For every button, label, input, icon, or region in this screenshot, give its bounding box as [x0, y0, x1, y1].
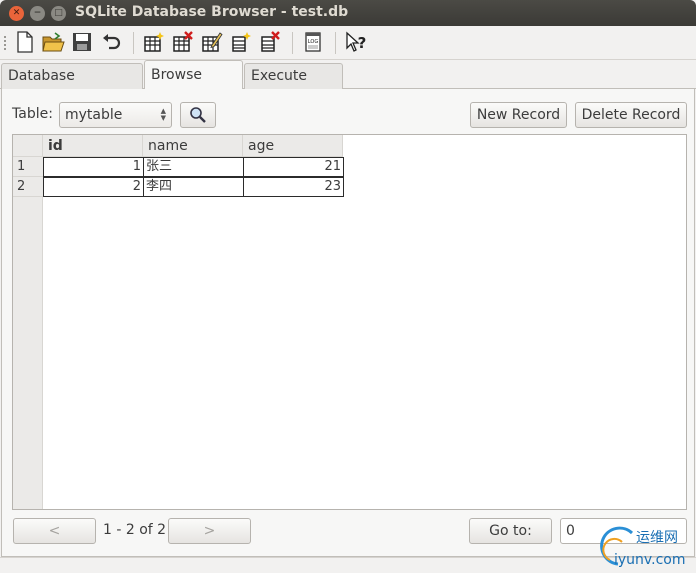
- minimize-window-button[interactable]: −: [30, 6, 45, 21]
- go-to-button[interactable]: Go to:: [469, 518, 552, 544]
- log-icon-label: LOG: [308, 39, 319, 45]
- new-database-button[interactable]: [13, 30, 37, 54]
- svg-text:?: ?: [358, 34, 367, 52]
- magnifier-icon: [190, 107, 206, 123]
- watermark-en: iyunv.com: [614, 552, 685, 568]
- modify-table-button[interactable]: [200, 30, 224, 54]
- tab-database-structure[interactable]: Database Structure: [1, 63, 143, 108]
- row-header[interactable]: 2: [13, 177, 43, 197]
- sql-log-button[interactable]: LOG: [301, 30, 325, 54]
- create-index-button[interactable]: [229, 30, 253, 54]
- whats-this-button[interactable]: ?: [344, 30, 368, 54]
- tab-browse-data[interactable]: Browse Data: [144, 60, 243, 111]
- main-toolbar: LOG ?: [0, 26, 696, 60]
- table-cell-name[interactable]: 李四: [143, 177, 244, 197]
- next-page-button[interactable]: >: [168, 518, 251, 544]
- save-icon: [73, 33, 91, 51]
- toolbar-separator: [133, 32, 134, 54]
- previous-page-button[interactable]: <: [13, 518, 96, 544]
- combo-arrows-icon: ▲ ▼: [160, 107, 166, 122]
- column-header-age[interactable]: age: [243, 135, 343, 157]
- row-header[interactable]: 1: [13, 157, 43, 177]
- open-database-button[interactable]: [41, 30, 65, 54]
- table-cell-age[interactable]: 23: [243, 177, 344, 197]
- delete-table-icon: [173, 31, 193, 52]
- save-button[interactable]: [70, 30, 94, 54]
- title-bar: ✕ − □ SQLite Database Browser - test.db: [0, 0, 696, 26]
- main-tabs: Database Structure Execute SQL Browse Da…: [0, 60, 696, 111]
- toolbar-separator: [292, 32, 293, 54]
- undo-icon: [103, 34, 121, 50]
- undo-button[interactable]: [99, 30, 123, 54]
- grid-corner[interactable]: [13, 135, 43, 157]
- modify-table-icon: [202, 32, 223, 52]
- column-header-id[interactable]: id: [43, 135, 143, 157]
- delete-index-button[interactable]: [258, 30, 282, 54]
- status-bar: [0, 557, 696, 573]
- watermark-cn: 运维网: [636, 530, 678, 546]
- search-button[interactable]: [180, 102, 216, 128]
- table-label: Table:: [12, 106, 53, 122]
- data-grid[interactable]: id name age 1 1 张三 21 2 2 李四 23: [12, 134, 687, 510]
- column-header-name[interactable]: name: [143, 135, 243, 157]
- delete-table-button[interactable]: [171, 30, 195, 54]
- create-table-icon: [144, 32, 164, 52]
- delete-index-icon: [261, 31, 280, 52]
- toolbar-separator: [335, 32, 336, 54]
- create-index-icon: [232, 32, 251, 52]
- table-cell-id[interactable]: 2: [43, 177, 144, 197]
- delete-record-button[interactable]: Delete Record: [575, 102, 687, 128]
- whats-this-icon: ?: [346, 31, 367, 52]
- table-cell-id[interactable]: 1: [43, 157, 144, 177]
- table-select[interactable]: mytable ▲ ▼: [59, 102, 172, 128]
- new-file-icon: [17, 31, 33, 53]
- table-cell-name[interactable]: 张三: [143, 157, 244, 177]
- record-count: 1 - 2 of 2: [103, 522, 167, 538]
- table-select-value: mytable: [65, 107, 123, 123]
- toolbar-grip[interactable]: [4, 36, 7, 50]
- new-record-button[interactable]: New Record: [470, 102, 567, 128]
- open-folder-icon: [42, 32, 65, 52]
- tab-execute-sql[interactable]: Execute SQL: [244, 63, 343, 108]
- window-title: SQLite Database Browser - test.db: [75, 4, 349, 20]
- maximize-window-button[interactable]: □: [51, 6, 66, 21]
- log-icon: LOG: [305, 32, 321, 52]
- close-window-button[interactable]: ✕: [9, 6, 24, 21]
- create-table-button[interactable]: [142, 30, 166, 54]
- table-cell-age[interactable]: 21: [243, 157, 344, 177]
- watermark-logo: 运维网 iyunv.com: [596, 524, 696, 572]
